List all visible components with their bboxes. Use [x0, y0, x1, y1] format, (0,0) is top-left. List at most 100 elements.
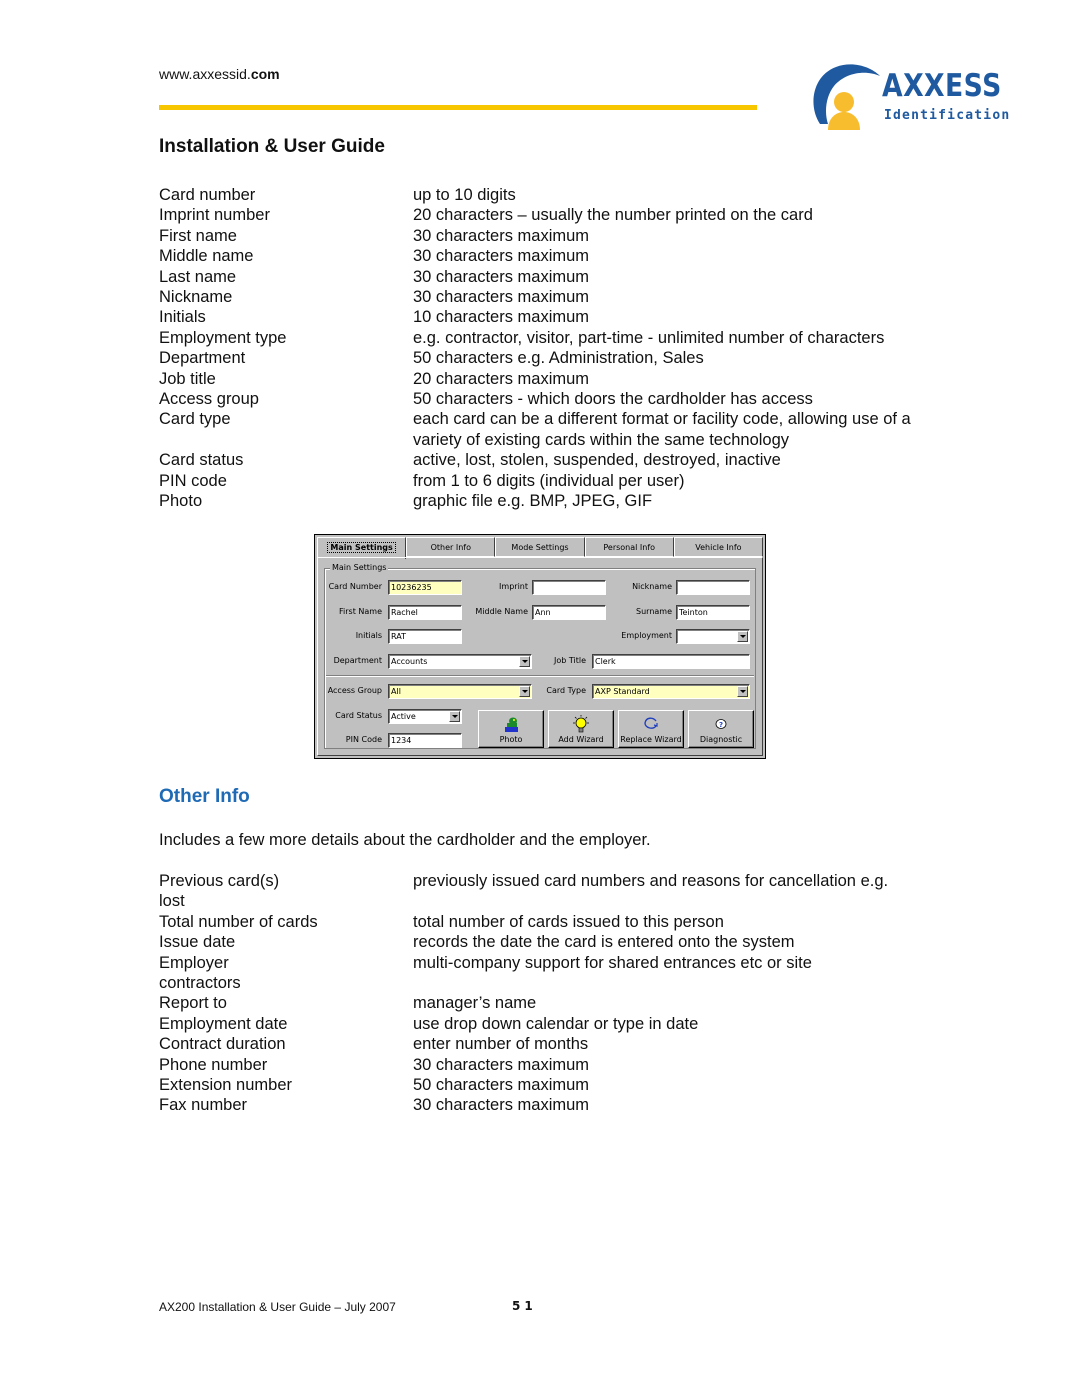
field-desc: active, lost, stolen, suspended, destroy… [413, 451, 781, 470]
chevron-down-icon[interactable] [737, 686, 748, 697]
website-url: www.axxessid.com [159, 66, 280, 82]
card-number-input[interactable]: 10236235 [388, 580, 462, 595]
list-item: Card status active, lost, stolen, suspend… [159, 450, 939, 470]
imprint-label: Imprint [499, 582, 528, 591]
nickname-label: Nickname [632, 582, 672, 591]
field-term: Contract duration [159, 1035, 286, 1054]
section-heading-other-info: Other Info [159, 786, 250, 807]
initials-input[interactable]: RAT [388, 629, 462, 644]
section-intro: Includes a few more details about the ca… [159, 831, 651, 849]
list-item: Employment date use drop down calendar or… [159, 1014, 939, 1034]
button-label: Photo [499, 735, 523, 744]
tab-mode-settings[interactable]: Mode Settings [495, 537, 585, 557]
chevron-down-icon[interactable] [519, 656, 530, 667]
list-item: Card type each card can be a different fo… [159, 409, 939, 450]
department-value: Accounts [391, 657, 428, 666]
list-item: Fax number 30 characters maximum [159, 1095, 939, 1115]
field-desc: 10 characters maximum [413, 308, 590, 327]
access-group-select[interactable]: All [388, 684, 532, 699]
dialog-tabs: Main Settings Other Info Mode Settings P… [317, 537, 764, 559]
tab-label: Main Settings [327, 542, 396, 553]
field-term: PIN code [159, 471, 227, 490]
card-type-label: Card Type [546, 686, 586, 695]
nickname-input[interactable] [676, 580, 750, 595]
field-term: Phone number [159, 1055, 268, 1074]
replace-wizard-button[interactable]: Replace Wizard [618, 710, 684, 748]
logo-person-icon [813, 64, 880, 130]
field-desc-overflow: contractors [159, 974, 241, 993]
department-select[interactable]: Accounts [388, 654, 532, 669]
tab-vehicle-info[interactable]: Vehicle Info [673, 537, 764, 557]
field-term: Initials [159, 308, 206, 327]
button-label: Add Wizard [558, 735, 604, 744]
field-desc: multi-company support for shared entranc… [413, 953, 812, 972]
field-term: Fax number [159, 1096, 248, 1115]
field-term: Card number [159, 186, 256, 204]
list-item: Contract duration enter number of months [159, 1034, 939, 1054]
surname-input[interactable]: Teinton [676, 605, 750, 620]
job-title-label: Job Title [553, 656, 586, 665]
imprint-input[interactable] [532, 580, 606, 595]
card-status-select[interactable]: Active [388, 709, 462, 724]
first-name-input[interactable]: Rachel [388, 605, 462, 620]
chevron-down-icon[interactable] [449, 711, 460, 722]
middle-name-input[interactable]: Ann [532, 605, 606, 620]
field-desc: 50 characters e.g. Administration, Sales [413, 349, 704, 368]
tab-main-settings[interactable]: Main Settings [317, 537, 407, 559]
field-desc: graphic file e.g. BMP, JPEG, GIF [413, 492, 653, 511]
field-desc: 30 characters maximum [413, 1096, 590, 1115]
separator [326, 675, 754, 677]
list-item: Previous card(s) previously issued card n… [159, 871, 939, 912]
field-desc: each card can be a different format or f… [413, 410, 911, 449]
field-desc: use drop down calendar or type in date [413, 1014, 699, 1033]
tab-other-info[interactable]: Other Info [406, 537, 496, 557]
list-item: PIN code from 1 to 6 digits (individual p… [159, 471, 939, 491]
field-desc-overflow: lost [159, 892, 185, 911]
list-item: Report to manager’s name [159, 993, 939, 1013]
field-desc: total number of cards issued to this per… [413, 912, 724, 931]
middle-name-label: Middle Name [475, 607, 528, 616]
card-type-select[interactable]: AXP Standard [592, 684, 750, 699]
main-settings-field-list: Card number up to 10 digits Imprint numbe… [159, 185, 939, 512]
field-term: Department [159, 349, 246, 368]
photo-button[interactable]: Photo [478, 710, 544, 748]
field-term: Photo [159, 492, 203, 511]
field-desc: 30 characters maximum [413, 1055, 590, 1074]
surname-label: Surname [636, 607, 672, 616]
lightbulb-icon [573, 715, 589, 733]
cardholder-dialog-screenshot: Main Settings Other Info Mode Settings P… [314, 534, 766, 759]
diagnostic-button[interactable]: ? Diagnostic [688, 710, 754, 748]
field-desc: records the date the card is entered ont… [413, 933, 795, 952]
field-term: Last name [159, 267, 237, 286]
chevron-down-icon[interactable] [519, 686, 530, 697]
field-desc: previously issued card numbers and reaso… [413, 872, 889, 890]
pin-code-input[interactable]: 1234 [388, 733, 462, 748]
card-type-value: AXP Standard [595, 687, 650, 696]
initials-label: Initials [355, 631, 382, 640]
add-wizard-button[interactable]: Add Wizard [548, 710, 614, 748]
logo-subtitle: Identification [884, 108, 1011, 123]
employment-select[interactable] [676, 629, 750, 644]
field-term: Employment date [159, 1014, 288, 1033]
list-item: Last name 30 characters maximum [159, 267, 939, 287]
url-prefix: www.axxessid. [159, 66, 251, 82]
list-item: Initials 10 characters maximum [159, 307, 939, 327]
job-title-input[interactable]: Clerk [592, 654, 750, 669]
header-rule [159, 105, 757, 110]
axxess-logo: AXXESS Identification [806, 62, 1011, 132]
field-desc: manager’s name [413, 994, 537, 1013]
list-item: Phone number 30 characters maximum [159, 1055, 939, 1075]
list-item: Employment type e.g. contractor, visitor,… [159, 328, 939, 348]
help-bubble-icon: ? [715, 719, 727, 729]
department-label: Department [333, 656, 382, 665]
field-term: Issue date [159, 933, 236, 952]
tab-personal-info[interactable]: Personal Info [584, 537, 674, 557]
button-label: Diagnostic [699, 735, 743, 744]
other-info-field-list: Previous card(s) previously issued card n… [159, 871, 939, 1116]
field-term: Imprint number [159, 206, 270, 225]
tab-label: Personal Info [603, 543, 656, 552]
chevron-down-icon[interactable] [737, 631, 748, 642]
svg-text:?: ? [719, 721, 723, 729]
field-desc: up to 10 digits [413, 186, 516, 204]
field-term: First name [159, 226, 237, 245]
